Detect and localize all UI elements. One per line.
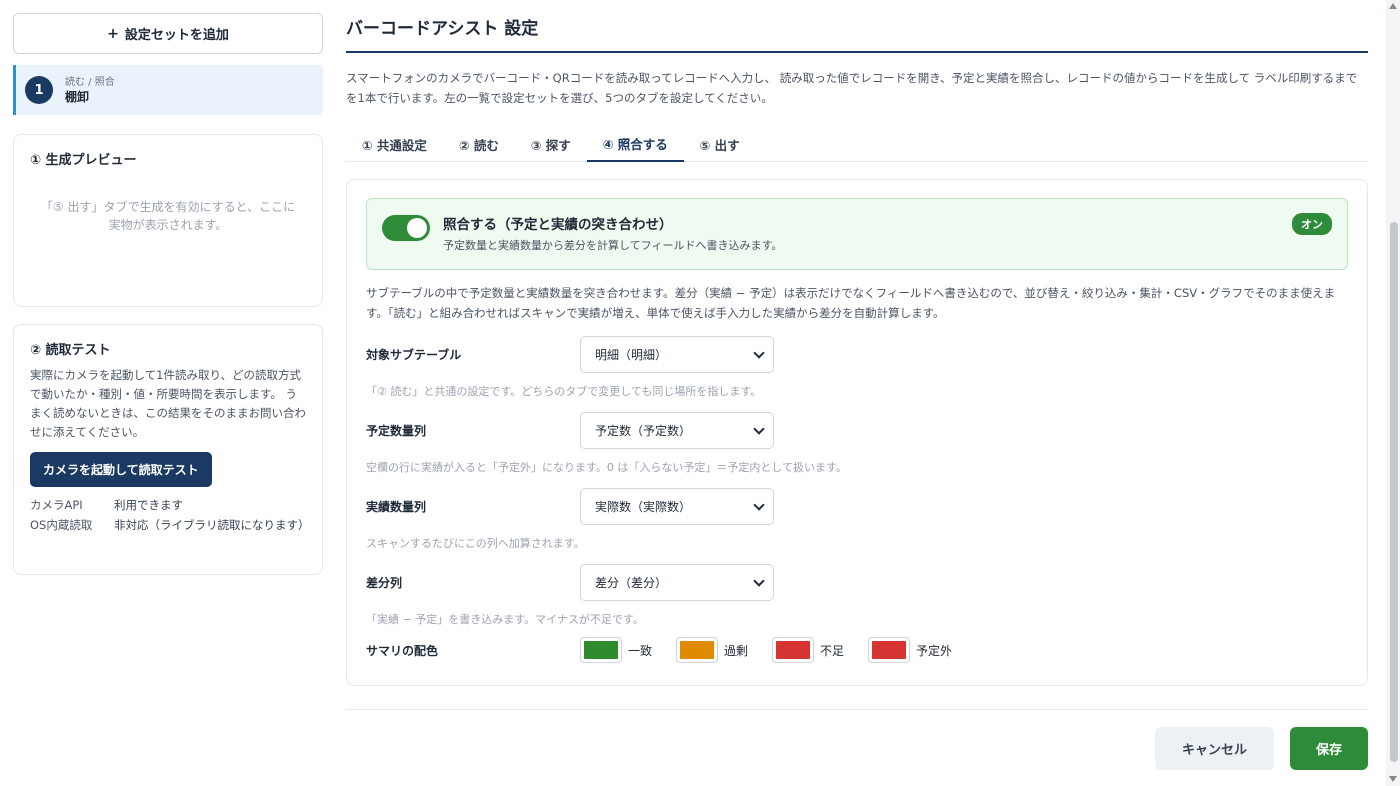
- scroll-thumb[interactable]: [1390, 222, 1398, 762]
- diff-select-value: 差分（差分）: [595, 576, 668, 590]
- subtable-select[interactable]: 明細（明細）: [580, 336, 774, 373]
- camera-api-key: カメラAPI: [30, 498, 83, 512]
- os-reader-key: OS内蔵読取: [30, 518, 93, 532]
- set-item-tanaoroshi[interactable]: 1 読む / 照合 棚卸: [13, 65, 323, 115]
- read-test-description: 実際にカメラを起動して1件読み取り、どの読取方式で動いたか・種別・値・所要時間を…: [30, 368, 306, 439]
- toggle-title: 照合する（予定と実績の突き合わせ）: [443, 217, 673, 233]
- field-row-planned-qty: 予定数量列 予定数（予定数）: [366, 412, 1348, 449]
- reconcile-panel: 照合する（予定と実績の突き合わせ） 予定数量と実績数量から差分を計算してフィール…: [346, 179, 1368, 686]
- page-title: バーコードアシスト 設定: [346, 19, 539, 39]
- page-scrollbar[interactable]: [1386, 0, 1400, 786]
- field-row-diff: 差分列 差分（差分）: [366, 564, 1348, 601]
- swatch-label-unplanned: 予定外: [916, 643, 953, 658]
- camera-api-row: カメラAPI 利用できます: [30, 495, 306, 515]
- reconcile-toggle-box: 照合する（予定と実績の突き合わせ） 予定数量と実績数量から差分を計算してフィール…: [366, 198, 1348, 270]
- color-swatch-unplanned[interactable]: [868, 637, 911, 663]
- subtable-hint: 「② 読む」と共通の設定です。どちらのタブで変更しても同じ場所を指します。: [366, 385, 762, 398]
- preview-message: 「⑤ 出す」タブで生成を有効にすると、ここに 実物が表示されます。: [30, 198, 306, 234]
- tab-output[interactable]: ⑤ 出す: [684, 126, 756, 162]
- set-item-name: 棚卸: [65, 89, 90, 104]
- camera-read-test-button[interactable]: カメラを起動して読取テスト: [30, 452, 212, 487]
- planned-qty-label: 予定数量列: [366, 424, 427, 438]
- planned-qty-select-value: 予定数（予定数）: [595, 424, 692, 438]
- preview-message-line2: 実物が表示されます。: [108, 218, 228, 232]
- color-swatch-shortage[interactable]: [772, 637, 815, 663]
- plus-icon: +: [107, 25, 119, 42]
- main-panel: バーコードアシスト 設定 スマートフォンのカメラでバーコード・QRコードを読み取…: [346, 0, 1368, 770]
- add-set-label: 設定セットを追加: [124, 28, 229, 43]
- footer-divider: [346, 709, 1368, 710]
- swatch-fill: [776, 641, 811, 659]
- cancel-button[interactable]: キャンセル: [1155, 727, 1274, 770]
- set-number-badge: 1: [25, 76, 53, 104]
- color-swatch-match[interactable]: [580, 637, 622, 663]
- tab-common-settings[interactable]: ① 共通設定: [346, 126, 443, 162]
- title-divider: [346, 51, 1368, 53]
- preview-message-line1: 「⑤ 出す」タブで生成を有効にすると、ここに: [40, 200, 296, 214]
- swatch-fill: [584, 641, 618, 659]
- summary-colors-row: サマリの配色 一致 過剰 不足 予定外: [366, 637, 1348, 663]
- preview-card: ① 生成プレビュー 「⑤ 出す」タブで生成を有効にすると、ここに 実物が表示され…: [13, 134, 323, 307]
- tab-reconcile[interactable]: ④ 照合する: [586, 126, 684, 162]
- on-status-badge: オン: [1292, 213, 1332, 235]
- actual-qty-hint: スキャンするたびにこの列へ加算されます。: [366, 537, 585, 550]
- field-row-subtable: 対象サブテーブル 明細（明細）: [366, 336, 1348, 373]
- sidebar: + 設定セットを追加 1 読む / 照合 棚卸 ① 生成プレビュー 「⑤ 出す」…: [13, 13, 323, 575]
- scroll-down-arrow-icon[interactable]: [1389, 776, 1397, 782]
- read-test-title: ② 読取テスト: [30, 343, 111, 358]
- reconcile-description: サブテーブルの中で予定数量と実績数量を突き合わせます。差分（実績 − 予定）は表…: [366, 286, 1336, 320]
- intro-text: スマートフォンのカメラでバーコード・QRコードを読み取ってレコードへ入力し、 読…: [346, 71, 1358, 105]
- swatch-fill: [872, 641, 907, 659]
- set-item-subtitle: 読む / 照合: [65, 76, 115, 88]
- toggle-description: 予定数量と実績数量から差分を計算してフィールドへ書き込みます。: [443, 239, 783, 252]
- save-button[interactable]: 保存: [1290, 727, 1368, 770]
- swatch-fill: [680, 641, 715, 659]
- color-swatch-excess[interactable]: [676, 637, 719, 663]
- read-test-card: ② 読取テスト 実際にカメラを起動して1件読み取り、どの読取方式で動いたか・種別…: [13, 324, 323, 575]
- swatch-label-excess: 過剰: [724, 643, 749, 658]
- diff-label: 差分列: [366, 576, 403, 590]
- field-row-actual-qty: 実績数量列 実際数（実際数）: [366, 488, 1348, 525]
- planned-qty-select[interactable]: 予定数（予定数）: [580, 412, 774, 449]
- tab-bar: ① 共通設定 ② 読む ③ 探す ④ 照合する ⑤ 出す: [346, 126, 1368, 162]
- tab-read[interactable]: ② 読む: [443, 126, 515, 162]
- toggle-knob: [407, 218, 427, 238]
- diff-hint: 「実績 − 予定」を書き込みます。マイナスが不足です。: [366, 613, 644, 626]
- swatch-label-shortage: 不足: [820, 643, 845, 658]
- preview-title: ① 生成プレビュー: [30, 153, 137, 168]
- add-set-button[interactable]: + 設定セットを追加: [13, 13, 323, 54]
- diff-select[interactable]: 差分（差分）: [580, 564, 774, 601]
- chevron-down-icon: [753, 346, 765, 359]
- chevron-down-icon: [753, 574, 765, 587]
- swatch-label-match: 一致: [628, 643, 653, 658]
- actual-qty-select-value: 実際数（実際数）: [595, 500, 692, 514]
- subtable-label: 対象サブテーブル: [366, 348, 462, 362]
- chevron-down-icon: [753, 498, 765, 511]
- summary-colors-label: サマリの配色: [366, 643, 439, 658]
- camera-api-value: 利用できます: [114, 498, 183, 512]
- scroll-up-arrow-icon[interactable]: [1389, 3, 1397, 9]
- tab-search[interactable]: ③ 探す: [515, 126, 587, 162]
- os-reader-row: OS内蔵読取 非対応（ライブラリ読取になります）: [30, 515, 310, 535]
- footer-actions: キャンセル 保存: [346, 727, 1368, 770]
- swatch-excess: 過剰: [676, 637, 748, 663]
- reconcile-toggle-switch[interactable]: [382, 215, 430, 241]
- swatch-match: 一致: [580, 637, 652, 663]
- swatch-unplanned: 予定外: [868, 637, 952, 663]
- subtable-select-value: 明細（明細）: [595, 348, 668, 362]
- os-reader-value: 非対応（ライブラリ読取になります）: [114, 518, 310, 532]
- chevron-down-icon: [753, 422, 765, 435]
- planned-qty-hint: 空欄の行に実績が入ると「予定外」になります。0 は「入らない予定」＝予定内として…: [366, 461, 847, 474]
- swatch-shortage: 不足: [772, 637, 844, 663]
- actual-qty-label: 実績数量列: [366, 500, 427, 514]
- actual-qty-select[interactable]: 実際数（実際数）: [580, 488, 774, 525]
